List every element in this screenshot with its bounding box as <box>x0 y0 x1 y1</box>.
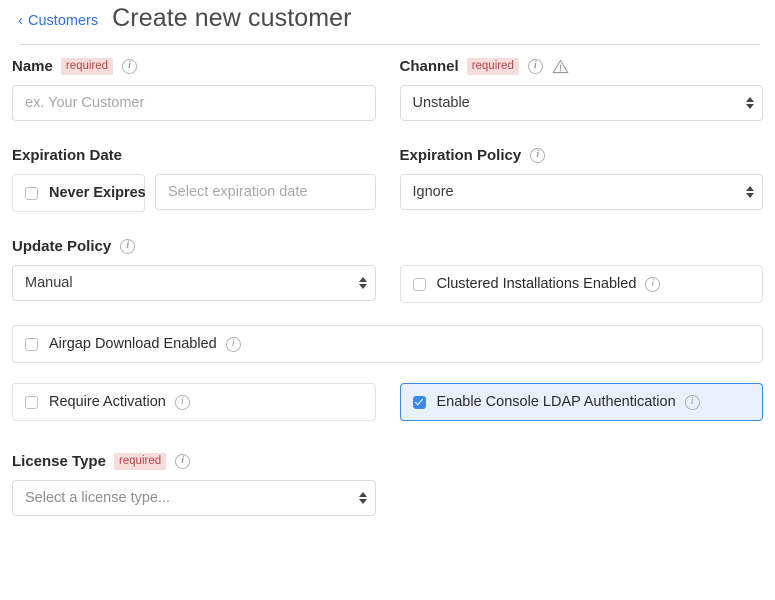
license-type-select-wrap: Select a license type... <box>12 480 376 516</box>
info-circle-icon[interactable]: i <box>122 59 137 74</box>
license-type-label: License Type <box>12 453 106 470</box>
chevron-left-icon: ‹ <box>18 13 23 28</box>
channel-label-group: Channel required i <box>400 56 764 76</box>
info-circle-icon[interactable]: i <box>528 59 543 74</box>
never-expires-checkbox[interactable] <box>25 187 38 200</box>
info-circle-icon[interactable]: i <box>645 277 660 292</box>
form-row-activation-ldap: Require Activation i Enable Console LDAP… <box>0 383 775 421</box>
field-expiration-date: Expiration Date Never Exipres <box>12 145 388 212</box>
info-circle-icon[interactable]: i <box>175 395 190 410</box>
require-activation-label: Require Activation <box>49 394 166 410</box>
channel-label: Channel <box>400 58 459 75</box>
console-ldap-checkbox-row[interactable]: Enable Console LDAP Authentication i <box>400 383 764 421</box>
clustered-installations-checkbox-row[interactable]: Clustered Installations Enabled i <box>400 265 764 303</box>
clustered-installations-checkbox[interactable] <box>413 278 426 291</box>
airgap-download-checkbox-row[interactable]: Airgap Download Enabled i <box>12 325 763 363</box>
page-header: ‹ Customers Create new customer <box>0 0 775 38</box>
license-type-right-spacer <box>388 451 764 516</box>
breadcrumb-back-label: Customers <box>28 13 98 29</box>
form-row-expiration: Expiration Date Never Exipres Expiration… <box>0 145 775 212</box>
update-policy-select[interactable]: Manual <box>12 265 376 301</box>
expiration-policy-select-wrap: Ignore <box>400 174 764 210</box>
console-ldap-label: Enable Console LDAP Authentication <box>437 394 676 410</box>
info-circle-icon[interactable]: i <box>120 239 135 254</box>
channel-select[interactable]: Unstable <box>400 85 764 121</box>
expiration-date-label: Expiration Date <box>12 147 122 164</box>
name-label: Name <box>12 58 53 75</box>
license-type-select[interactable]: Select a license type... <box>12 480 376 516</box>
update-policy-label-group: Update Policy i <box>12 236 376 256</box>
expiration-policy-label: Expiration Policy <box>400 147 522 164</box>
breadcrumb-back-customers[interactable]: ‹ Customers <box>18 13 98 29</box>
expiration-date-input-wrap <box>155 174 376 212</box>
form-row-license-type: License Type required i Select a license… <box>0 451 775 516</box>
field-name: Name required i <box>12 56 388 121</box>
form-row-airgap: Airgap Download Enabled i <box>0 325 775 363</box>
require-activation-checkbox-row[interactable]: Require Activation i <box>12 383 376 421</box>
info-circle-icon[interactable]: i <box>530 148 545 163</box>
clustered-spacer <box>400 236 764 256</box>
update-policy-label: Update Policy <box>12 238 111 255</box>
name-label-group: Name required i <box>12 56 376 76</box>
info-circle-icon[interactable]: i <box>175 454 190 469</box>
field-license-type: License Type required i Select a license… <box>12 451 388 516</box>
channel-select-wrap: Unstable <box>400 85 764 121</box>
name-required-badge: required <box>61 58 113 75</box>
field-console-ldap: Enable Console LDAP Authentication i <box>388 383 764 421</box>
field-clustered-installations: Clustered Installations Enabled i <box>388 236 764 303</box>
never-expires-checkbox-row[interactable]: Never Exipres <box>12 174 145 212</box>
console-ldap-checkbox[interactable] <box>413 396 426 409</box>
never-expires-label: Never Exipres <box>49 185 146 201</box>
channel-required-badge: required <box>467 58 519 75</box>
field-update-policy: Update Policy i Manual <box>12 236 388 303</box>
update-policy-select-wrap: Manual <box>12 265 376 301</box>
form-row-update-policy: Update Policy i Manual Clustered Install… <box>0 236 775 303</box>
clustered-installations-label: Clustered Installations Enabled <box>437 276 637 292</box>
info-circle-icon[interactable]: i <box>685 395 700 410</box>
info-circle-icon[interactable]: i <box>226 337 241 352</box>
license-type-required-badge: required <box>114 453 166 470</box>
require-activation-checkbox[interactable] <box>25 396 38 409</box>
warning-triangle-icon[interactable] <box>552 59 569 74</box>
never-expires-wrap: Never Exipres <box>12 174 145 212</box>
field-channel: Channel required i Unstable <box>388 56 764 121</box>
expiration-policy-select[interactable]: Ignore <box>400 174 764 210</box>
page-title: Create new customer <box>112 6 352 31</box>
header-divider <box>20 44 760 45</box>
field-expiration-policy: Expiration Policy i Ignore <box>388 145 764 212</box>
name-input[interactable] <box>12 85 376 121</box>
expiration-date-controls: Never Exipres <box>12 174 376 212</box>
license-type-label-group: License Type required i <box>12 451 376 471</box>
form-row-name-channel: Name required i Channel required i <box>0 56 775 121</box>
expiration-policy-label-group: Expiration Policy i <box>400 145 764 165</box>
expiration-date-label-group: Expiration Date <box>12 145 376 165</box>
field-require-activation: Require Activation i <box>12 383 388 421</box>
airgap-download-checkbox[interactable] <box>25 338 38 351</box>
expiration-date-input[interactable] <box>155 174 376 210</box>
create-customer-form: Name required i Channel required i <box>0 56 775 516</box>
airgap-download-label: Airgap Download Enabled <box>49 336 217 352</box>
